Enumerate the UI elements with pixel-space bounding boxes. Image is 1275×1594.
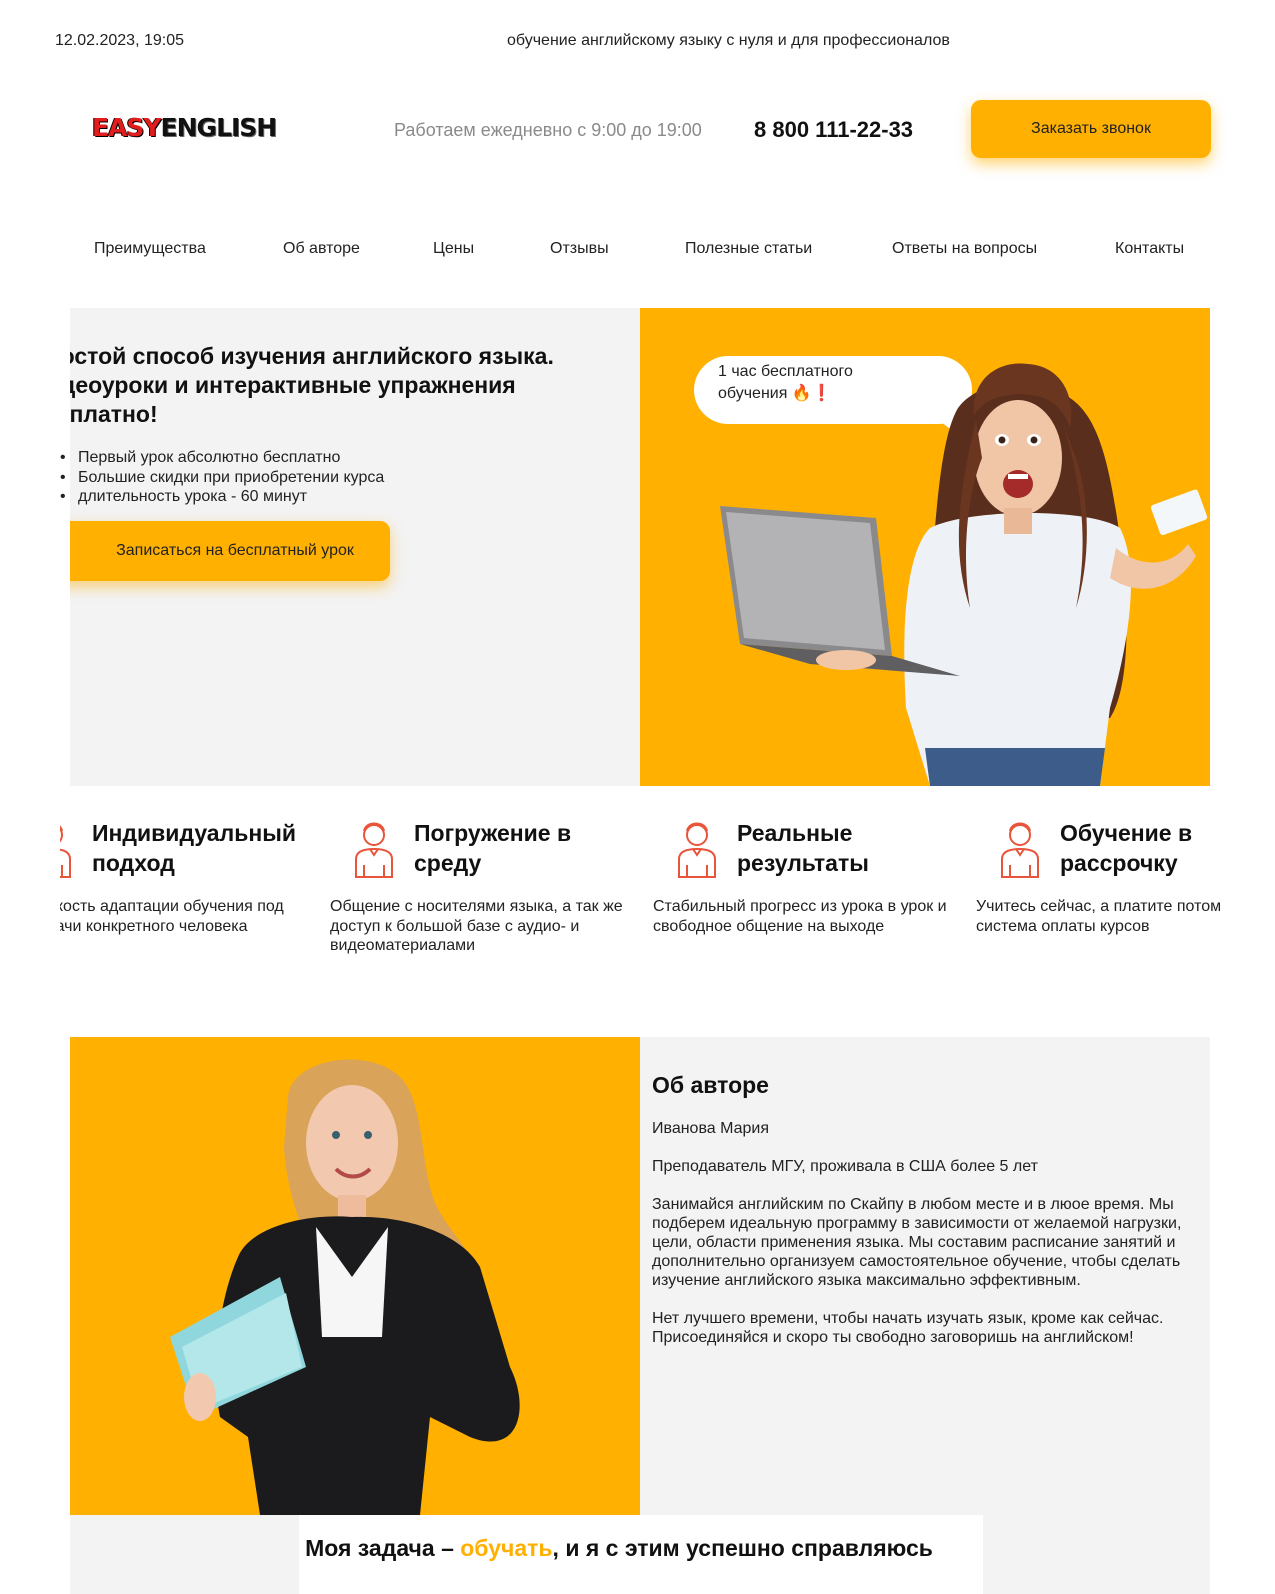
feature-title-line: результаты (737, 850, 869, 876)
feature-title: Индивидуальный подход (92, 818, 312, 878)
site-logo[interactable]: EASYENGLISH (92, 113, 278, 142)
nav-item-reviews[interactable]: Отзывы (550, 240, 609, 258)
feature-title-line: рассрочку (1060, 850, 1178, 876)
author-paragraph: Нет лучшего времени, чтобы начать изучат… (652, 1310, 1164, 1346)
teacher-icon (355, 822, 393, 878)
nav-item-contacts[interactable]: Контакты (1115, 240, 1184, 258)
feature-title-line: среду (414, 850, 482, 876)
nav-item-advantages[interactable]: Преимущества (94, 240, 206, 258)
mission-accent: обучать (460, 1535, 553, 1561)
mission-suffix: , и я с этим успешно справляюсь (552, 1535, 933, 1561)
feature-description: Общение с носителями языка, а так же дос… (330, 898, 623, 954)
print-header: 12.02.2023, 19:05 обучение английскому я… (0, 30, 1275, 52)
list-item: Большие скидки при приобретении курса (60, 468, 384, 488)
list-item: длительность урока - 60 минут (60, 487, 384, 507)
hero-benefits-list: Первый урок абсолютно бесплатно Большие … (60, 448, 384, 507)
feature-title-line: Погружение в (414, 820, 572, 846)
nav-item-faq[interactable]: Ответы на вопросы (892, 240, 1037, 258)
mission-prefix: Моя задача – (305, 1535, 461, 1561)
feature-title-line: Реальные (737, 820, 853, 846)
feature-title-line: Индивидуальный (92, 820, 297, 846)
author-photo (170, 1059, 520, 1515)
feature-description: Гибкость адаптации обучения под задачи к… (30, 898, 284, 935)
print-page-title: обучение английскому языку с нуля и для … (507, 32, 950, 49)
hero-heading: Простой способ изучения английского язык… (30, 342, 590, 429)
hero-image-panel: 1 час бесплатного обучения 🔥❗ (640, 308, 1210, 786)
site-header: EASYENGLISH Работаем ежедневно с 9:00 до… (0, 96, 1275, 166)
mission-statement: Моя задача – обучать, и я с этим успешно… (299, 1535, 939, 1562)
teacher-icon (1001, 822, 1039, 878)
feature-title: Погружение в среду (414, 818, 634, 878)
author-photo-panel (70, 1037, 640, 1515)
nav-item-articles[interactable]: Полезные статьи (685, 240, 812, 258)
hero-heading-line: Видеоуроки и интерактивные упражнения (30, 372, 516, 398)
feature-title: Реальные результаты (737, 818, 957, 878)
author-heading: Об авторе (652, 1072, 769, 1098)
author-overflow-mask (1221, 1037, 1275, 1594)
author-paragraph: Занимайся английским по Скайпу в любом м… (652, 1196, 1182, 1289)
teacher-icon (678, 822, 716, 878)
author-panel-footer (70, 1515, 300, 1594)
nav-item-prices[interactable]: Цены (433, 240, 474, 258)
feature-description: Стабильный прогресс из урока в урок и св… (653, 898, 947, 935)
order-call-button[interactable]: Заказать звонок (971, 100, 1211, 158)
author-text-block: Об авторе Иванова Мария Преподаватель МГ… (652, 1071, 1222, 1366)
features-overflow-mask (0, 800, 60, 960)
free-lesson-button[interactable]: Записаться на бесплатный урок (40, 521, 390, 581)
feature-title-line: Обучение в (1060, 820, 1193, 846)
logo-part-english: ENGLISH (160, 113, 278, 142)
features-section: Индивидуальный подход Гибкость адаптации… (0, 815, 1275, 955)
list-item: Первый урок абсолютно бесплатно (60, 448, 384, 468)
nav-item-about-author[interactable]: Об авторе (283, 240, 360, 258)
phone-number[interactable]: 8 800 111-22-33 (754, 117, 913, 143)
work-hours: Работаем ежедневно с 9:00 до 19:00 (394, 120, 702, 140)
author-name: Иванова Мария (652, 1120, 770, 1137)
print-datetime: 12.02.2023, 19:05 (55, 32, 185, 49)
hero-heading-line: Простой способ изучения английского язык… (30, 343, 554, 369)
woman-with-laptop-illustration (720, 363, 1208, 786)
logo-part-easy: EASY (92, 113, 162, 142)
hero-overflow-mask (0, 308, 70, 786)
author-position: Преподаватель МГУ, проживала в США более… (652, 1158, 1038, 1175)
feature-title-line: подход (92, 850, 175, 876)
features-overflow-mask (1221, 800, 1275, 960)
main-nav: Преимущества Об авторе Цены Отзывы Полез… (0, 240, 1275, 262)
